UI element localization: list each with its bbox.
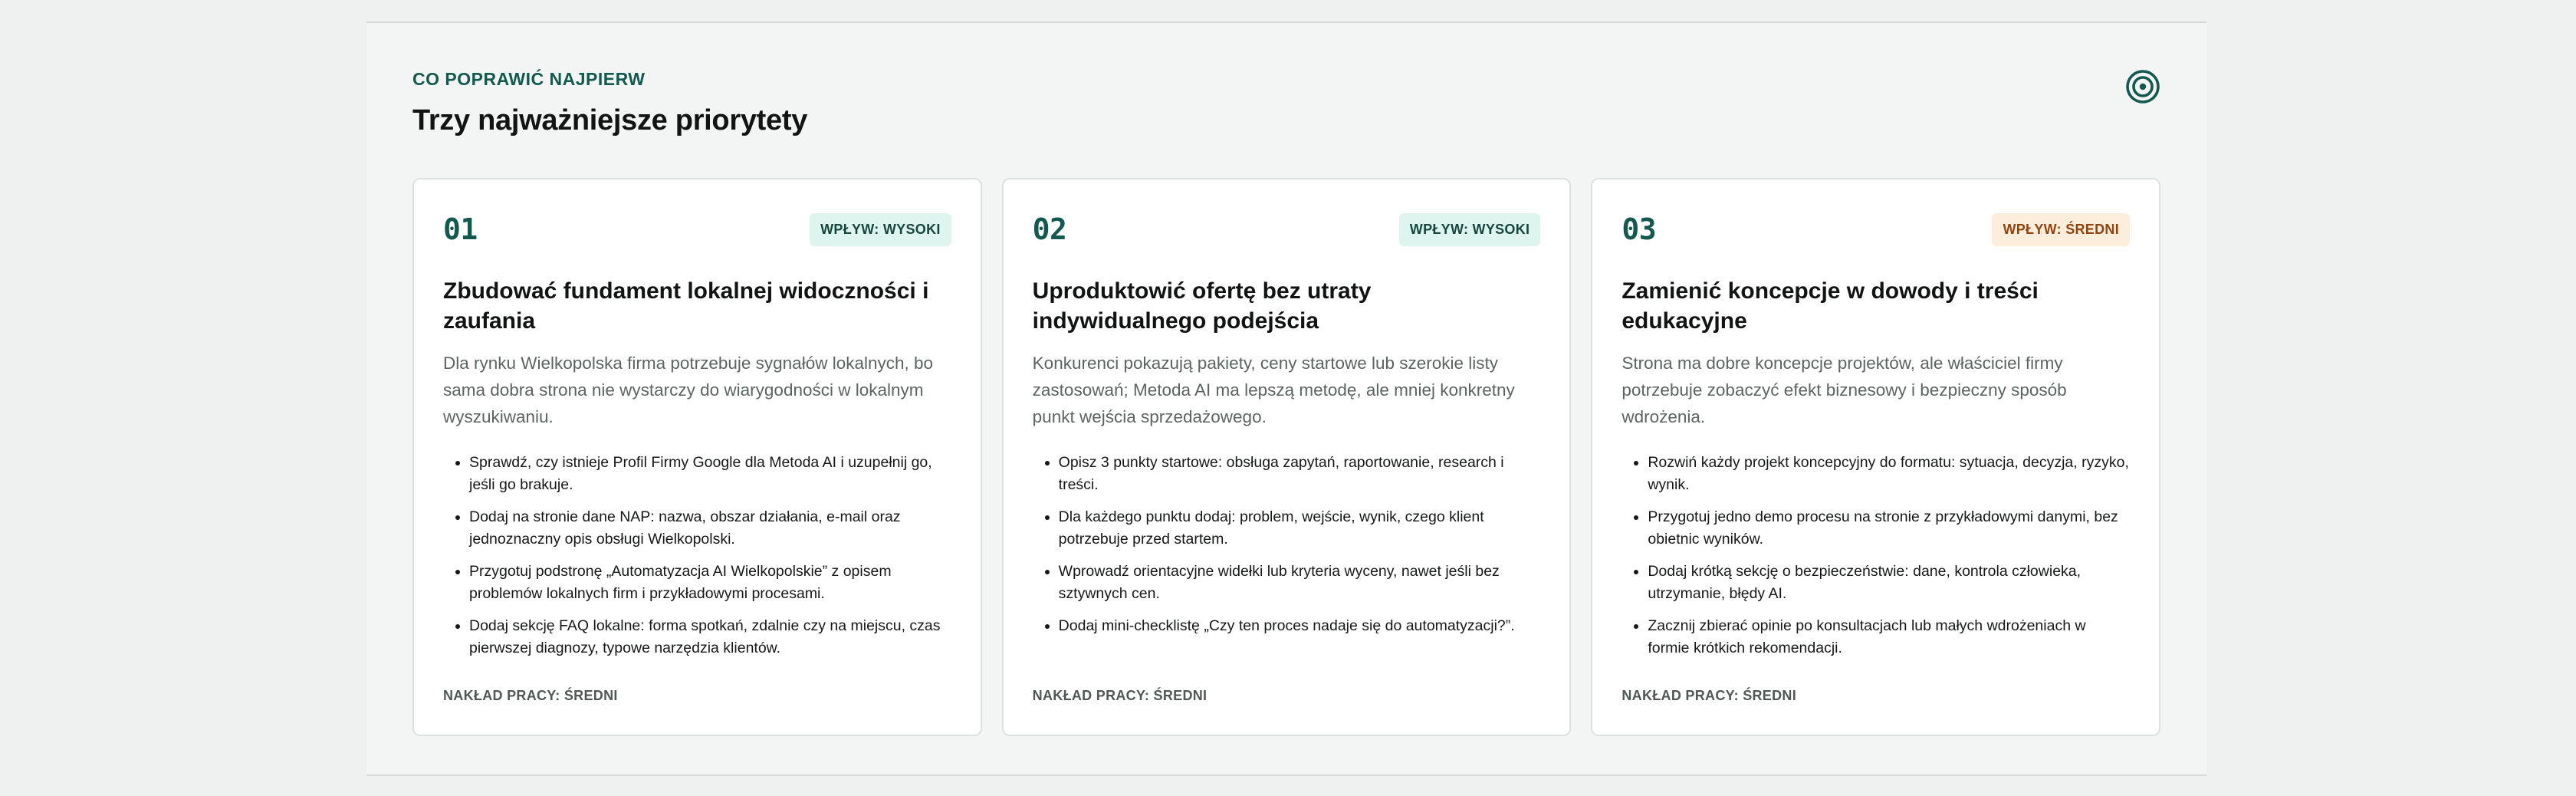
card-title: Zamienić koncepcje w dowody i treści edu… <box>1622 278 2039 334</box>
card-description: Konkurenci pokazują pakiety, ceny starto… <box>1032 354 1515 426</box>
action-list: Opisz 3 punkty startowe: obsługa zapytań… <box>1033 452 1541 637</box>
card-header: 02 WPŁYW: WYSOKI <box>1033 212 1541 247</box>
action-item: Opisz 3 punkty startowe: obsługa zapytań… <box>1059 452 1541 496</box>
impact-badge: WPŁYW: WYSOKI <box>810 212 951 246</box>
action-item: Przygotuj podstronę „Automatyzacja AI Wi… <box>469 561 951 605</box>
action-list: Sprawdź, czy istnieje Profil Firmy Googl… <box>443 452 951 659</box>
effort-label: NAKŁAD PRACY: ŚREDNI <box>1622 688 1797 703</box>
priorities-section: CO POPRAWIĆ NAJPIERW Trzy najważniejsze … <box>366 21 2206 776</box>
priority-card-2: 02 WPŁYW: WYSOKI Uproduktowić ofertę bez… <box>1001 178 1572 736</box>
effort-label: NAKŁAD PRACY: ŚREDNI <box>1032 688 1208 703</box>
action-item: Dodaj mini-checklistę „Czy ten proces na… <box>1059 615 1541 637</box>
action-item: Przygotuj jedno demo procesu na stronie … <box>1648 506 2130 551</box>
card-title: Uproduktowić ofertę bez utraty indywidua… <box>1032 278 1372 334</box>
action-item: Dla każdego punktu dodaj: problem, wejśc… <box>1059 506 1541 551</box>
card-number: 03 <box>1622 212 1657 246</box>
action-item: Zacznij zbierać opinie po konsultacjach … <box>1648 615 2130 659</box>
impact-badge: WPŁYW: ŚREDNI <box>1992 212 2131 246</box>
priority-card-1: 01 WPŁYW: WYSOKI Zbudować fundament loka… <box>412 178 982 736</box>
priority-card-3: 03 WPŁYW: ŚREDNI Zamienić koncepcje w do… <box>1591 178 2161 736</box>
priority-cards: 01 WPŁYW: WYSOKI Zbudować fundament loka… <box>412 178 2161 736</box>
effort-label: NAKŁAD PRACY: ŚREDNI <box>443 688 618 703</box>
target-icon <box>2126 70 2160 104</box>
card-title: Zbudować fundament lokalnej widoczności … <box>443 278 929 334</box>
card-header: 03 WPŁYW: ŚREDNI <box>1622 212 2131 247</box>
card-description: Dla rynku Wielkopolska firma potrzebuje … <box>443 354 934 426</box>
action-item: Dodaj sekcję FAQ lokalne: forma spotkań,… <box>469 615 951 659</box>
card-number: 01 <box>443 212 478 246</box>
action-item: Dodaj na stronie dane NAP: nazwa, obszar… <box>469 506 951 551</box>
action-list: Rozwiń każdy projekt koncepcyjny do form… <box>1622 452 2130 659</box>
card-description: Strona ma dobre koncepcje projektów, ale… <box>1622 354 2067 426</box>
card-number: 02 <box>1032 212 1067 246</box>
action-item: Dodaj krótką sekcję o bezpieczeństwie: d… <box>1648 561 2130 605</box>
action-item: Wprowadź orientacyjne widełki lub kryter… <box>1059 561 1541 605</box>
impact-badge: WPŁYW: WYSOKI <box>1398 212 1541 246</box>
action-item: Rozwiń każdy projekt koncepcyjny do form… <box>1648 452 2130 496</box>
card-header: 01 WPŁYW: WYSOKI <box>443 212 951 247</box>
section-title: Trzy najważniejsze priorytety <box>412 104 808 137</box>
action-item: Sprawdź, czy istnieje Profil Firmy Googl… <box>469 452 951 496</box>
section-eyebrow: CO POPRAWIĆ NAJPIERW <box>412 69 646 89</box>
